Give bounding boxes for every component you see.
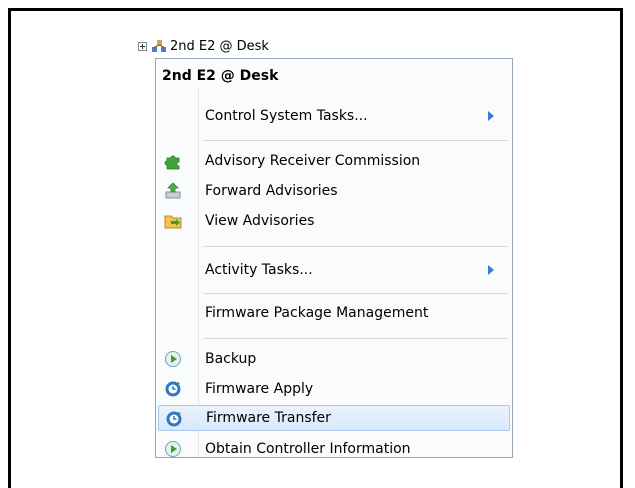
menu-item-view-advisories[interactable]: View Advisories <box>158 208 510 234</box>
play-circle-icon <box>165 351 181 367</box>
expand-plus-icon[interactable] <box>138 41 147 51</box>
menu-item-label: Firmware Apply <box>205 381 314 397</box>
controller-network-icon <box>152 40 166 52</box>
refresh-clock-icon <box>166 411 182 427</box>
menu-separator <box>203 293 508 294</box>
menu-separator <box>203 140 508 141</box>
menu-item-label: View Advisories <box>205 213 315 229</box>
puzzle-piece-icon <box>164 155 180 170</box>
menu-item-advisory-receiver-commission[interactable]: Advisory Receiver Commission <box>158 148 510 174</box>
menu-item-label: Control System Tasks... <box>205 108 368 124</box>
menu-item-label: Firmware Package Management <box>205 305 429 321</box>
menu-item-label: Backup <box>205 351 257 367</box>
menu-item-control-system-tasks[interactable]: Control System Tasks... <box>158 103 510 129</box>
tree-node-label: 2nd E2 @ Desk <box>170 38 269 54</box>
tree-node-e2-desk[interactable]: 2nd E2 @ Desk <box>138 38 269 54</box>
refresh-clock-icon <box>165 381 181 397</box>
menu-item-backup[interactable]: Backup <box>158 346 510 372</box>
folder-arrow-icon <box>164 215 182 229</box>
submenu-arrow-icon <box>488 111 494 121</box>
menu-item-label: Forward Advisories <box>205 183 338 199</box>
submenu-arrow-icon <box>488 265 494 275</box>
menu-item-label: Obtain Controller Information <box>205 441 411 457</box>
context-menu: 2nd E2 @ Desk Control System Tasks... Ad… <box>155 58 513 458</box>
forward-upload-icon <box>165 182 181 199</box>
menu-item-firmware-apply[interactable]: Firmware Apply <box>158 376 510 402</box>
menu-item-activity-tasks[interactable]: Activity Tasks... <box>158 257 510 283</box>
play-circle-icon <box>165 441 181 457</box>
menu-separator <box>203 338 508 339</box>
menu-item-obtain-controller-information[interactable]: Obtain Controller Information <box>158 436 510 457</box>
menu-item-forward-advisories[interactable]: Forward Advisories <box>158 178 510 204</box>
menu-item-label: Advisory Receiver Commission <box>205 153 421 169</box>
menu-item-label: Firmware Transfer <box>206 410 331 426</box>
menu-header: 2nd E2 @ Desk <box>162 68 279 84</box>
menu-item-firmware-package-management[interactable]: Firmware Package Management <box>158 300 510 326</box>
menu-separator <box>203 246 508 247</box>
menu-item-firmware-transfer[interactable]: Firmware Transfer <box>158 405 510 431</box>
menu-item-label: Activity Tasks... <box>205 262 313 278</box>
